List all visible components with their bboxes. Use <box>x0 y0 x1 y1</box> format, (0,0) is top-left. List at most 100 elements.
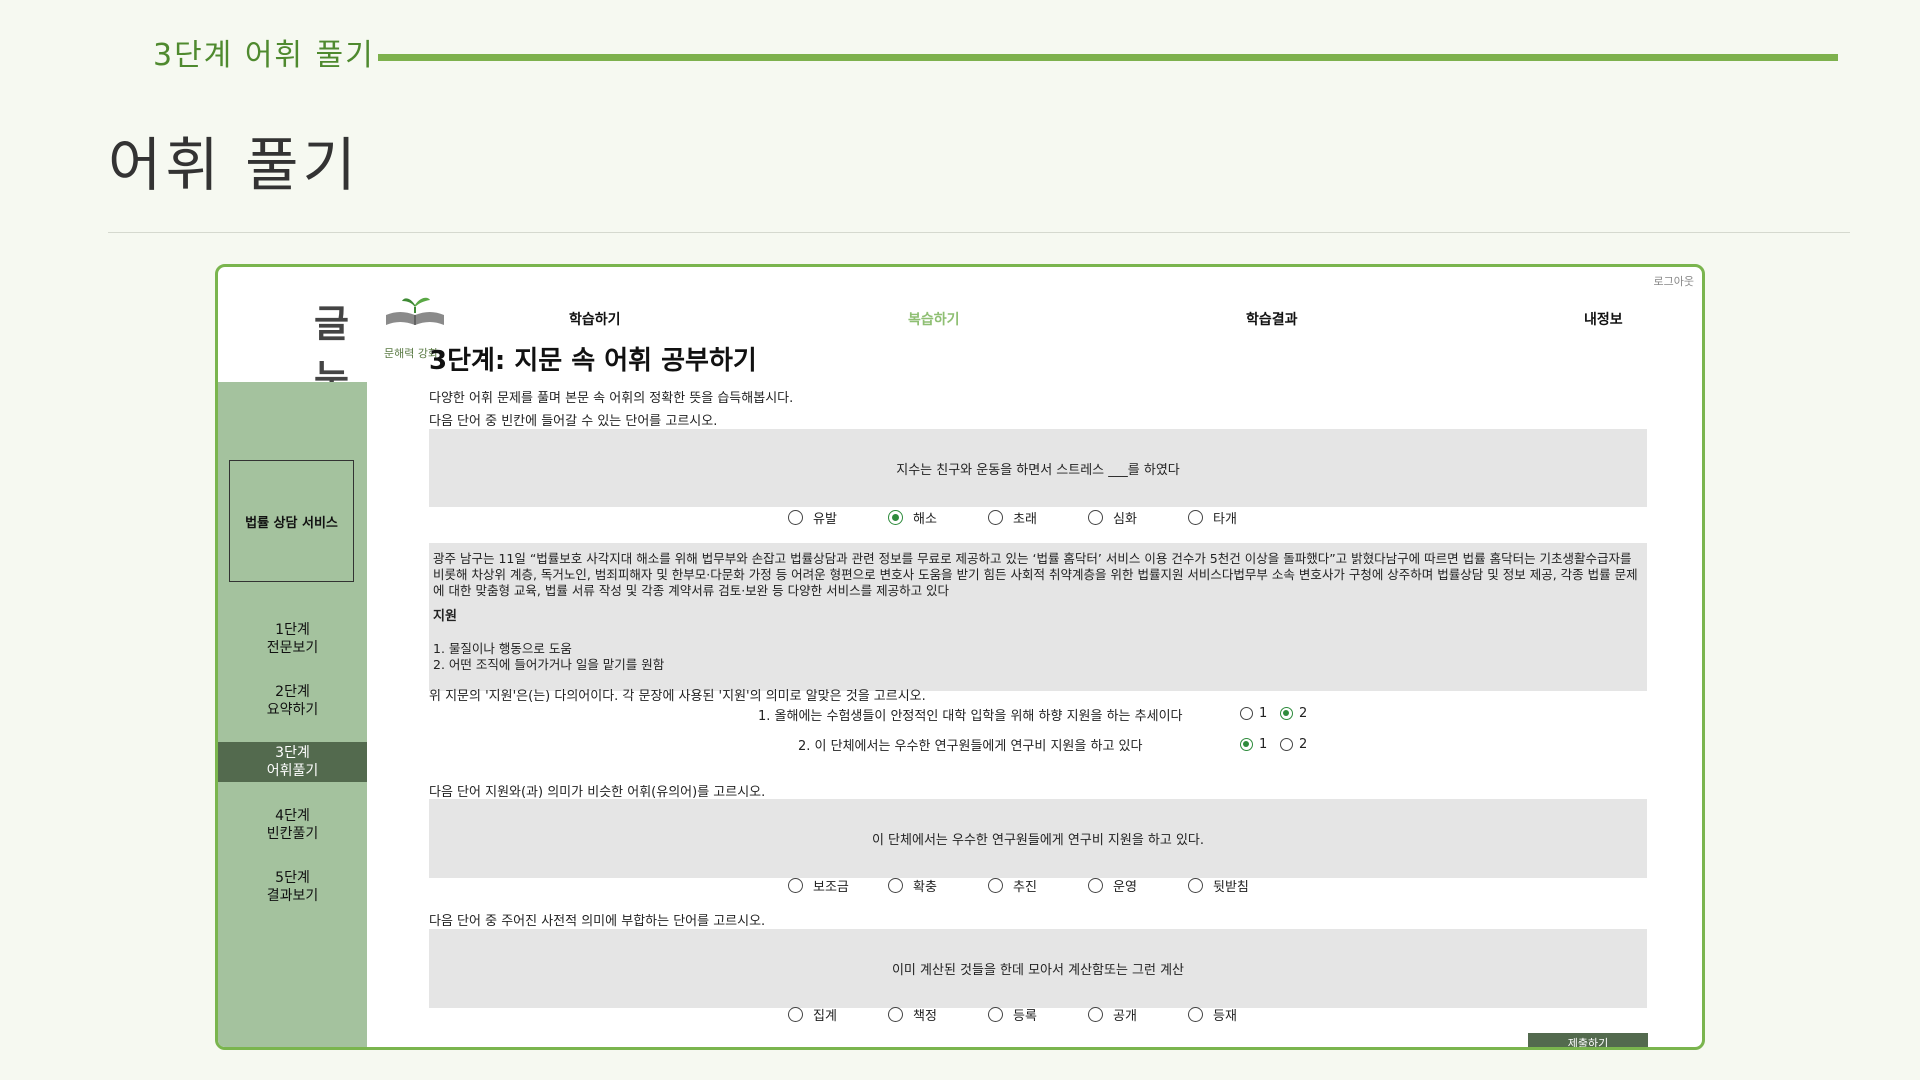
q3-option-1[interactable]: 보조금 <box>788 876 849 895</box>
radio-button[interactable] <box>1088 878 1103 893</box>
submit-button[interactable]: 제출하기 <box>1528 1033 1648 1047</box>
step-number: 2단계 <box>275 684 310 700</box>
option-label: 초래 <box>1013 512 1037 527</box>
step-number: 5단계 <box>275 870 310 886</box>
q4-sentence: 이미 계산된 것들을 한데 모아서 계산함또는 그런 계산 <box>891 963 1185 978</box>
radio-button[interactable] <box>788 1007 803 1022</box>
nav-learn[interactable]: 학습하기 <box>569 309 621 329</box>
radio-button[interactable] <box>1188 878 1203 893</box>
q1-sentence-box: 지수는 친구와 운동을 하면서 스트레스 ___를 하였다 <box>429 429 1647 507</box>
q1-prompt: 다음 단어 중 빈칸에 들어갈 수 있는 단어를 고르시오. <box>429 414 718 429</box>
slide-divider <box>108 232 1850 233</box>
slide-accent-line <box>378 54 1838 61</box>
option-label: 심화 <box>1113 512 1137 527</box>
radio-button[interactable] <box>988 1007 1003 1022</box>
slide-step-label: 3단계 어휘 풀기 <box>153 38 375 73</box>
sidebar-step-2[interactable]: 2단계 요약하기 <box>218 683 367 719</box>
step-number: 1단계 <box>275 622 310 638</box>
option-label: 1 <box>1259 737 1268 752</box>
step-name: 결과보기 <box>266 888 319 904</box>
option-label: 유발 <box>813 512 837 527</box>
radio-button-checked[interactable] <box>1280 707 1293 720</box>
q1-option-2[interactable]: 해소 <box>888 508 937 527</box>
q1-option-3[interactable]: 초래 <box>988 508 1037 527</box>
option-label: 2 <box>1299 706 1308 721</box>
option-label: 집계 <box>813 1009 837 1024</box>
sidebar-step-4[interactable]: 4단계 빈칸풀기 <box>218 807 367 843</box>
radio-button-checked[interactable] <box>1240 738 1253 751</box>
option-label: 등록 <box>1013 1009 1037 1024</box>
q3-prompt: 다음 단어 지원와(과) 의미가 비슷한 어휘(유의어)를 고르시오. <box>429 785 766 800</box>
option-label: 등재 <box>1213 1009 1237 1024</box>
q4-option-2[interactable]: 책정 <box>888 1005 937 1024</box>
radio-button-checked[interactable] <box>888 510 903 525</box>
nav-review[interactable]: 복습하기 <box>908 309 960 329</box>
logout-link[interactable]: 로그아웃 <box>1654 273 1694 289</box>
option-label: 보조금 <box>813 880 849 895</box>
radio-button[interactable] <box>888 1007 903 1022</box>
radio-button[interactable] <box>988 510 1003 525</box>
nav-results[interactable]: 학습결과 <box>1246 309 1298 329</box>
radio-button[interactable] <box>888 878 903 893</box>
q3-option-2[interactable]: 확충 <box>888 876 937 895</box>
q1-option-1[interactable]: 유발 <box>788 508 837 527</box>
option-label: 2 <box>1299 737 1308 752</box>
legal-service-button[interactable]: 법률 상담 서비스 <box>229 460 354 582</box>
page-heading: 3단계: 지문 속 어휘 공부하기 <box>429 346 757 376</box>
radio-button[interactable] <box>1088 510 1103 525</box>
option-label: 운영 <box>1113 880 1137 895</box>
slide-title: 어휘 풀기 <box>108 131 360 199</box>
radio-button[interactable] <box>788 878 803 893</box>
definition-1: 1. 물질이나 행동으로 도움 <box>433 641 572 656</box>
q2-item2-option-2[interactable]: 2 <box>1280 737 1307 752</box>
q1-sentence: 지수는 친구와 운동을 하면서 스트레스 ___를 하였다 <box>896 462 1180 478</box>
q1-option-5[interactable]: 타개 <box>1188 508 1237 527</box>
option-label: 해소 <box>913 512 937 527</box>
sidebar-step-1[interactable]: 1단계 전문보기 <box>218 621 367 657</box>
q2-item1-option-2[interactable]: 2 <box>1280 706 1307 721</box>
step-name: 전문보기 <box>266 640 319 656</box>
q2-sentence-2: 2. 이 단체에서는 우수한 연구원들에게 연구비 지원을 하고 있다 <box>798 739 1143 754</box>
q3-option-3[interactable]: 추진 <box>988 876 1037 895</box>
q2-sentence-1: 1. 올해에는 수험생들이 안정적인 대학 입학을 위해 하향 지원을 하는 추… <box>758 709 1183 724</box>
option-label: 타개 <box>1213 512 1237 527</box>
radio-button[interactable] <box>1280 738 1293 751</box>
step-number: 4단계 <box>275 808 310 824</box>
radio-button[interactable] <box>988 878 1003 893</box>
radio-button[interactable] <box>1188 1007 1203 1022</box>
q3-sentence-box: 이 단체에서는 우수한 연구원들에게 연구비 지원을 하고 있다. <box>429 799 1647 878</box>
step-number: 3단계 <box>275 745 310 761</box>
nav-my-info[interactable]: 내정보 <box>1584 309 1623 329</box>
q3-option-5[interactable]: 뒷받침 <box>1188 876 1249 895</box>
q3-option-4[interactable]: 운영 <box>1088 876 1137 895</box>
radio-button[interactable] <box>1088 1007 1103 1022</box>
passage-box: 광주 남구는 11일 “법률보호 사각지대 해소를 위해 법무부와 손잡고 법률… <box>429 543 1647 691</box>
option-label: 추진 <box>1013 880 1037 895</box>
radio-button[interactable] <box>788 510 803 525</box>
step-name: 요약하기 <box>266 702 319 718</box>
option-label: 뒷받침 <box>1213 880 1249 895</box>
option-label: 책정 <box>913 1009 937 1024</box>
q4-prompt: 다음 단어 중 주어진 사전적 의미에 부합하는 단어를 고르시오. <box>429 914 766 929</box>
q4-option-4[interactable]: 공개 <box>1088 1005 1137 1024</box>
radio-button[interactable] <box>1188 510 1203 525</box>
q1-option-4[interactable]: 심화 <box>1088 508 1137 527</box>
q4-option-3[interactable]: 등록 <box>988 1005 1037 1024</box>
step-name: 어휘풀기 <box>266 763 319 779</box>
q4-option-5[interactable]: 등재 <box>1188 1005 1237 1024</box>
q2-item1-option-1[interactable]: 1 <box>1240 706 1267 721</box>
definition-2: 2. 어떤 조직에 들어가거나 일을 맡기를 원함 <box>433 657 665 672</box>
sidebar-step-5[interactable]: 5단계 결과보기 <box>218 869 367 905</box>
passage-word: 지원 <box>433 609 457 624</box>
sidebar: 법률 상담 서비스 1단계 전문보기 2단계 요약하기 3단계 어휘풀기 4단계… <box>218 382 367 1047</box>
q4-option-1[interactable]: 집계 <box>788 1005 837 1024</box>
slide: 3단계 어휘 풀기 어휘 풀기 로그아웃 글눈 문해력 강화 학습하기 복습하기… <box>0 0 1920 1080</box>
radio-button[interactable] <box>1240 707 1253 720</box>
book-sprout-icon <box>386 297 444 325</box>
step-name: 빈칸풀기 <box>266 826 319 842</box>
option-label: 1 <box>1259 706 1268 721</box>
q2-prompt: 위 지문의 '지원'은(는) 다의어이다. 각 문장에 사용된 '지원'의 의미… <box>429 689 926 704</box>
sidebar-step-3[interactable]: 3단계 어휘풀기 <box>218 742 367 782</box>
q2-item2-option-1[interactable]: 1 <box>1240 737 1267 752</box>
option-label: 확충 <box>913 880 937 895</box>
